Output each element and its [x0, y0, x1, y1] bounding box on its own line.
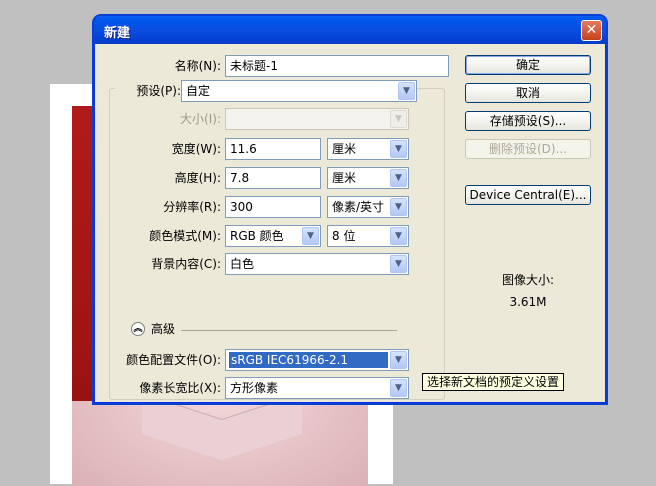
color-profile-select[interactable]: sRGB IEC61966-2.1 ▼: [225, 349, 409, 371]
resolution-label: 分辨率(R):: [163, 200, 221, 214]
resolution-input[interactable]: 300: [225, 196, 321, 218]
dialog-client: 名称(N): 未标题-1 预设(P): 自定 ▼ 大小(I): ▼ 宽度(W):…: [95, 44, 605, 402]
chevron-up-double-icon[interactable]: ︽: [131, 322, 145, 336]
device-central-button[interactable]: Device Central(E)...: [465, 185, 591, 205]
chevron-down-icon[interactable]: ▼: [390, 227, 407, 245]
pixel-aspect-label: 像素长宽比(X):: [139, 381, 221, 395]
width-input[interactable]: 11.6: [225, 138, 321, 160]
cancel-button[interactable]: 取消: [465, 83, 591, 103]
chevron-down-icon[interactable]: ▼: [390, 198, 407, 216]
title-bar[interactable]: 新建 ✕: [94, 16, 606, 44]
preset-label: 预设(P):: [115, 81, 183, 101]
name-input[interactable]: 未标题-1: [225, 55, 449, 77]
save-preset-button[interactable]: 存储预设(S)...: [465, 111, 591, 131]
chevron-down-icon[interactable]: ▼: [390, 255, 407, 273]
ok-button[interactable]: 确定: [465, 55, 591, 75]
chevron-down-icon[interactable]: ▼: [302, 227, 319, 245]
dialog-title: 新建: [104, 26, 131, 41]
preset-select[interactable]: 自定 ▼: [181, 80, 417, 102]
pixel-aspect-select[interactable]: 方形像素 ▼: [225, 377, 409, 399]
height-unit-select[interactable]: 厘米 ▼: [327, 167, 409, 189]
height-input[interactable]: 7.8: [225, 167, 321, 189]
size-label: 大小(I):: [180, 112, 221, 126]
chevron-down-icon[interactable]: ▼: [390, 140, 407, 158]
image-size-value: 3.61M: [509, 295, 547, 309]
color-profile-label: 颜色配置文件(O):: [126, 353, 221, 367]
new-document-dialog: 新建 ✕ 名称(N): 未标题-1 预设(P): 自定 ▼ 大小(I): ▼ 宽…: [94, 16, 606, 403]
chevron-down-icon[interactable]: ▼: [390, 379, 407, 397]
color-mode-label: 颜色模式(M):: [149, 229, 221, 243]
preset-tooltip: 选择新文档的预定义设置: [422, 373, 565, 391]
delete-preset-button: 删除预设(D)...: [465, 139, 591, 159]
chevron-down-icon: ▼: [390, 110, 407, 128]
name-label: 名称(N):: [174, 59, 221, 73]
chevron-down-icon[interactable]: ▼: [390, 351, 407, 369]
close-icon[interactable]: ✕: [581, 20, 602, 41]
color-mode-select[interactable]: RGB 颜色 ▼: [225, 225, 321, 247]
width-unit-select[interactable]: 厘米 ▼: [327, 138, 409, 160]
width-label: 宽度(W):: [171, 142, 221, 156]
chevron-down-icon[interactable]: ▼: [398, 82, 415, 100]
image-size-label: 图像大小:: [501, 273, 555, 287]
advanced-label[interactable]: 高级: [151, 319, 175, 339]
bit-depth-select[interactable]: 8 位 ▼: [327, 225, 409, 247]
resolution-unit-select[interactable]: 像素/英寸 ▼: [327, 196, 409, 218]
background-label: 背景内容(C):: [151, 257, 221, 271]
advanced-divider: [181, 330, 397, 331]
background-select[interactable]: 白色 ▼: [225, 253, 409, 275]
chevron-down-icon[interactable]: ▼: [390, 169, 407, 187]
height-label: 高度(H):: [174, 171, 221, 185]
size-select: ▼: [225, 108, 409, 130]
